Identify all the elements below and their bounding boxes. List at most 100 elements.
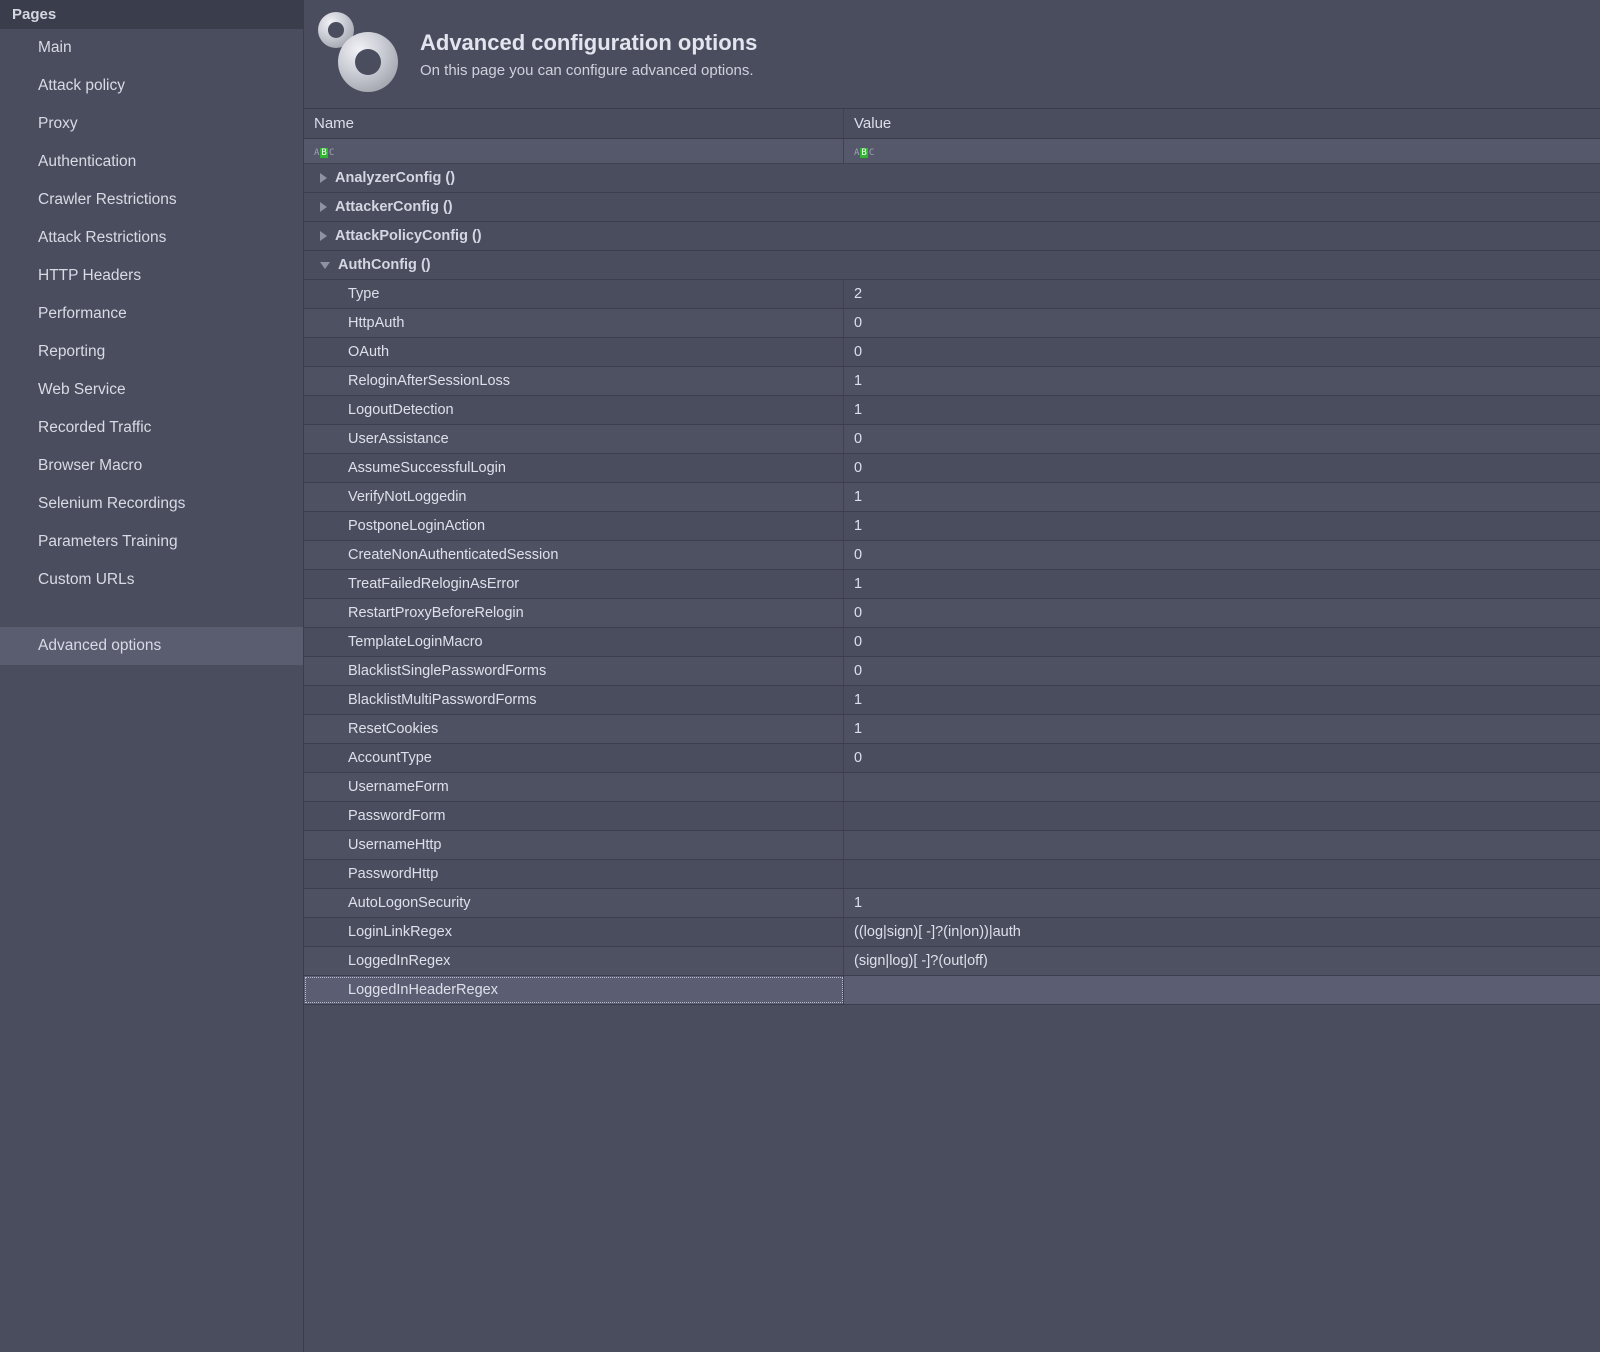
- cell-name[interactable]: VerifyNotLoggedin: [304, 483, 844, 511]
- cell-name[interactable]: UserAssistance: [304, 425, 844, 453]
- cell-name[interactable]: TemplateLoginMacro: [304, 628, 844, 656]
- cell-name[interactable]: ReloginAfterSessionLoss: [304, 367, 844, 395]
- sidebar-item[interactable]: Main: [0, 29, 303, 67]
- group-row[interactable]: AnalyzerConfig (): [304, 164, 1600, 193]
- cell-name[interactable]: LoginLinkRegex: [304, 918, 844, 946]
- cell-name[interactable]: PasswordHttp: [304, 860, 844, 888]
- cell-name[interactable]: HttpAuth: [304, 309, 844, 337]
- cell-name[interactable]: BlacklistSinglePasswordForms: [304, 657, 844, 685]
- table-row[interactable]: PostponeLoginAction1: [304, 512, 1600, 541]
- table-row[interactable]: CreateNonAuthenticatedSession0: [304, 541, 1600, 570]
- sidebar-item[interactable]: Web Service: [0, 371, 303, 409]
- sidebar-item-advanced-options[interactable]: Advanced options: [0, 627, 303, 665]
- cell-value[interactable]: [844, 802, 1600, 830]
- cell-value[interactable]: 0: [844, 628, 1600, 656]
- sidebar-item[interactable]: Custom URLs: [0, 561, 303, 599]
- table-row[interactable]: TemplateLoginMacro0: [304, 628, 1600, 657]
- cell-value[interactable]: 1: [844, 889, 1600, 917]
- cell-name[interactable]: UsernameHttp: [304, 831, 844, 859]
- cell-value[interactable]: 0: [844, 338, 1600, 366]
- cell-name[interactable]: LoggedInHeaderRegex: [304, 976, 844, 1004]
- table-row[interactable]: AutoLogonSecurity1: [304, 889, 1600, 918]
- cell-value[interactable]: [844, 773, 1600, 801]
- cell-name[interactable]: OAuth: [304, 338, 844, 366]
- cell-name[interactable]: LoggedInRegex: [304, 947, 844, 975]
- cell-value[interactable]: 1: [844, 483, 1600, 511]
- table-row[interactable]: LoggedInHeaderRegex: [304, 976, 1600, 1005]
- table-row[interactable]: OAuth0: [304, 338, 1600, 367]
- cell-value[interactable]: 0: [844, 425, 1600, 453]
- cell-value[interactable]: [844, 976, 1600, 1004]
- filter-icon: ABC: [314, 148, 334, 158]
- cell-value[interactable]: 1: [844, 396, 1600, 424]
- sidebar-item[interactable]: Browser Macro: [0, 447, 303, 485]
- table-row[interactable]: UsernameHttp: [304, 831, 1600, 860]
- sidebar-item[interactable]: Authentication: [0, 143, 303, 181]
- sidebar-item[interactable]: Attack Restrictions: [0, 219, 303, 257]
- cell-name[interactable]: RestartProxyBeforeRelogin: [304, 599, 844, 627]
- cell-value[interactable]: [844, 831, 1600, 859]
- cell-value[interactable]: 1: [844, 512, 1600, 540]
- cell-value[interactable]: 0: [844, 657, 1600, 685]
- cell-name[interactable]: Type: [304, 280, 844, 308]
- table-row[interactable]: LogoutDetection1: [304, 396, 1600, 425]
- table-row[interactable]: HttpAuth0: [304, 309, 1600, 338]
- cell-value[interactable]: 0: [844, 309, 1600, 337]
- group-row[interactable]: AttackerConfig (): [304, 193, 1600, 222]
- cell-value[interactable]: (sign|log)[ -]?(out|off): [844, 947, 1600, 975]
- table-row[interactable]: PasswordHttp: [304, 860, 1600, 889]
- table-row[interactable]: BlacklistSinglePasswordForms0: [304, 657, 1600, 686]
- cell-name[interactable]: CreateNonAuthenticatedSession: [304, 541, 844, 569]
- table-row[interactable]: PasswordForm: [304, 802, 1600, 831]
- table-row[interactable]: BlacklistMultiPasswordForms1: [304, 686, 1600, 715]
- cell-name[interactable]: BlacklistMultiPasswordForms: [304, 686, 844, 714]
- column-header-value[interactable]: Value: [844, 109, 1600, 138]
- sidebar-item[interactable]: Proxy: [0, 105, 303, 143]
- cell-name[interactable]: AccountType: [304, 744, 844, 772]
- cell-value[interactable]: ((log|sign)[ -]?(in|on))|auth: [844, 918, 1600, 946]
- cell-name[interactable]: AutoLogonSecurity: [304, 889, 844, 917]
- cell-name[interactable]: PostponeLoginAction: [304, 512, 844, 540]
- table-row[interactable]: UserAssistance0: [304, 425, 1600, 454]
- sidebar-item[interactable]: HTTP Headers: [0, 257, 303, 295]
- table-row[interactable]: TreatFailedReloginAsError1: [304, 570, 1600, 599]
- table-row[interactable]: RestartProxyBeforeRelogin0: [304, 599, 1600, 628]
- cell-value[interactable]: 0: [844, 541, 1600, 569]
- cell-value[interactable]: [844, 860, 1600, 888]
- sidebar-item[interactable]: Parameters Training: [0, 523, 303, 561]
- group-row[interactable]: AuthConfig (): [304, 251, 1600, 280]
- cell-value[interactable]: 0: [844, 454, 1600, 482]
- table-row[interactable]: ReloginAfterSessionLoss1: [304, 367, 1600, 396]
- cell-name[interactable]: LogoutDetection: [304, 396, 844, 424]
- table-row[interactable]: AccountType0: [304, 744, 1600, 773]
- table-row[interactable]: LoggedInRegex(sign|log)[ -]?(out|off): [304, 947, 1600, 976]
- cell-name[interactable]: TreatFailedReloginAsError: [304, 570, 844, 598]
- cell-value[interactable]: 1: [844, 715, 1600, 743]
- sidebar-item[interactable]: Performance: [0, 295, 303, 333]
- cell-value[interactable]: 1: [844, 570, 1600, 598]
- group-row[interactable]: AttackPolicyConfig (): [304, 222, 1600, 251]
- filter-name[interactable]: ABC: [304, 139, 844, 163]
- column-header-name[interactable]: Name: [304, 109, 844, 138]
- cell-value[interactable]: 0: [844, 744, 1600, 772]
- sidebar-item[interactable]: Recorded Traffic: [0, 409, 303, 447]
- table-row[interactable]: ResetCookies1: [304, 715, 1600, 744]
- cell-value[interactable]: 2: [844, 280, 1600, 308]
- filter-value[interactable]: ABC: [844, 139, 1600, 163]
- cell-value[interactable]: 0: [844, 599, 1600, 627]
- cell-value[interactable]: 1: [844, 367, 1600, 395]
- cell-name[interactable]: UsernameForm: [304, 773, 844, 801]
- cell-name[interactable]: AssumeSuccessfulLogin: [304, 454, 844, 482]
- table-row[interactable]: LoginLinkRegex((log|sign)[ -]?(in|on))|a…: [304, 918, 1600, 947]
- cell-name[interactable]: PasswordForm: [304, 802, 844, 830]
- cell-value[interactable]: 1: [844, 686, 1600, 714]
- sidebar-item[interactable]: Crawler Restrictions: [0, 181, 303, 219]
- sidebar-item[interactable]: Selenium Recordings: [0, 485, 303, 523]
- sidebar-item[interactable]: Attack policy: [0, 67, 303, 105]
- table-row[interactable]: UsernameForm: [304, 773, 1600, 802]
- table-row[interactable]: VerifyNotLoggedin1: [304, 483, 1600, 512]
- table-row[interactable]: AssumeSuccessfulLogin0: [304, 454, 1600, 483]
- sidebar-item[interactable]: Reporting: [0, 333, 303, 371]
- table-row[interactable]: Type2: [304, 280, 1600, 309]
- cell-name[interactable]: ResetCookies: [304, 715, 844, 743]
